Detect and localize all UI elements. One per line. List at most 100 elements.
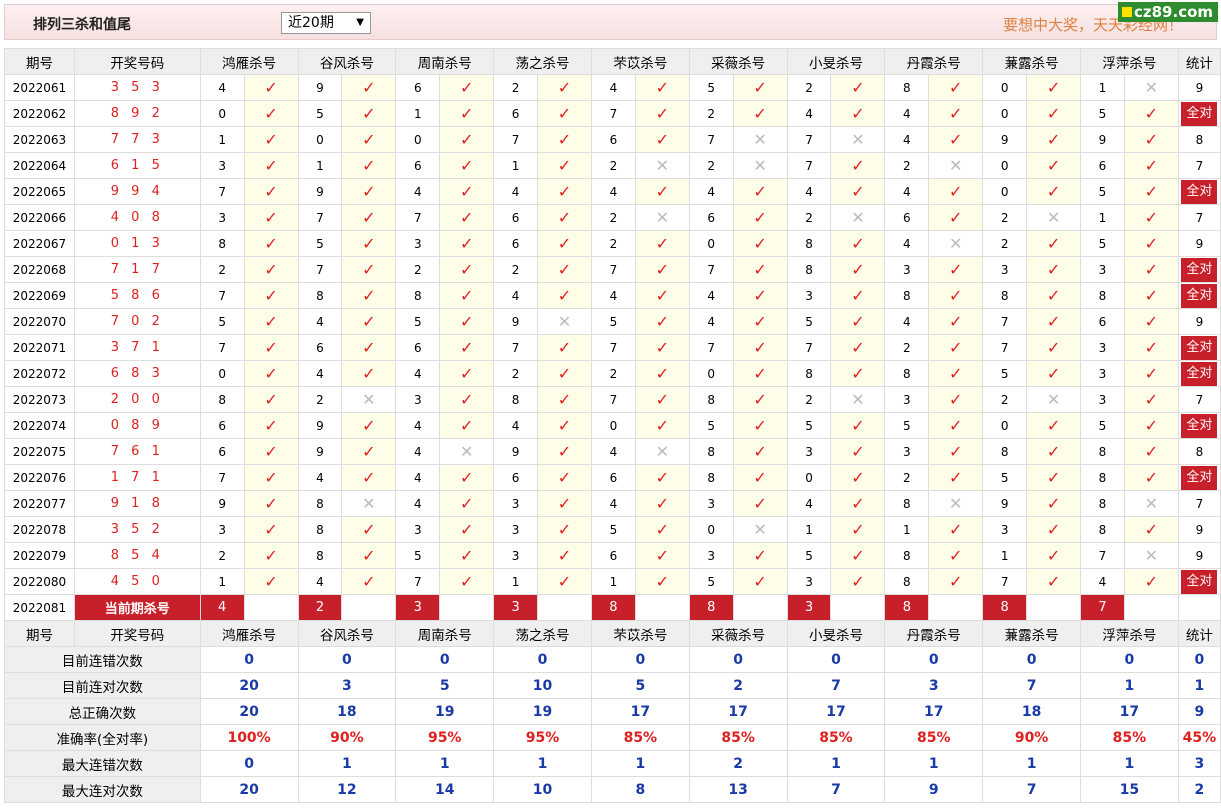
check-icon: ✓	[655, 416, 669, 435]
col-header-expert[interactable]: 芣苡杀号	[590, 48, 690, 75]
result-cell: ✓	[732, 230, 788, 257]
result-cell: ✓	[928, 126, 984, 153]
result-cell: ✓	[1123, 204, 1179, 231]
col-header-expert[interactable]: 鸿雁杀号	[199, 48, 299, 75]
check-icon: ✓	[949, 364, 963, 383]
check-icon: ✓	[459, 494, 474, 513]
result-cell: ✓	[732, 100, 788, 127]
col-header-expert[interactable]: 谷风杀号	[297, 620, 397, 647]
result-cell: ✕	[1026, 386, 1081, 413]
result-cell: ✓	[439, 74, 495, 101]
result-cell: ✓	[243, 386, 299, 413]
draw-numbers-cell: 7 1 7	[73, 256, 201, 283]
result-cell: ✓	[732, 490, 788, 517]
check-icon: ✓	[655, 312, 669, 331]
cross-icon: ✕	[655, 156, 669, 175]
summary-value: 8	[590, 776, 690, 803]
kill-number-cell: 4	[395, 490, 441, 517]
kill-number-cell: 8	[884, 74, 930, 101]
check-icon: ✓	[655, 364, 669, 383]
result-cell: ✓	[537, 542, 592, 569]
kill-number-cell: 3	[884, 386, 930, 413]
result-cell: ✓	[732, 542, 788, 569]
result-cell: ✓	[732, 334, 788, 361]
check-icon: ✓	[264, 208, 278, 227]
stat-value: 8	[1195, 132, 1204, 147]
result-cell: ✓	[830, 256, 886, 283]
check-icon: ✓	[1046, 494, 1061, 513]
col-header-expert[interactable]: 芣苡杀号	[590, 620, 690, 647]
col-header-expert[interactable]: 小旻杀号	[786, 48, 886, 75]
stat-cell: 9	[1177, 230, 1221, 257]
result-cell: ✓	[1026, 568, 1081, 595]
table-row: 2022076 1 7 1 7 ✓ 4 ✓ 4 ✓ 6 ✓ 6 ✓ 8 ✓ 0 ✓ 2 ✓ 5 ✓ 8 ✓ 全对	[4, 464, 1221, 491]
check-icon: ✓	[655, 520, 669, 539]
cross-icon: ✕	[949, 234, 963, 253]
check-icon: ✓	[753, 416, 767, 435]
col-header-expert[interactable]: 小旻杀号	[786, 620, 886, 647]
result-cell: ✓	[243, 464, 299, 491]
col-header-expert[interactable]: 浮萍杀号	[1080, 48, 1179, 75]
check-icon: ✓	[655, 286, 669, 305]
check-icon: ✓	[655, 546, 669, 565]
summary-value: 14	[395, 776, 495, 803]
col-header-expert[interactable]: 浮萍杀号	[1080, 620, 1179, 647]
result-cell: ✓	[1123, 178, 1179, 205]
summary-value: 5	[590, 672, 690, 699]
kill-number-cell: 4	[786, 100, 832, 127]
result-cell: ✓	[732, 74, 788, 101]
check-icon: ✓	[459, 546, 474, 565]
check-icon: ✓	[557, 78, 572, 97]
col-header-expert[interactable]: 蒹露杀号	[982, 620, 1081, 647]
stat-value: 7	[1195, 392, 1204, 407]
result-cell: ✓	[928, 204, 984, 231]
result-cell: ✓	[537, 126, 592, 153]
issue-cell: 2022065	[4, 178, 75, 205]
col-header-expert[interactable]: 采薇杀号	[688, 620, 788, 647]
issue-cell: 2022079	[4, 542, 75, 569]
period-select[interactable]: 近20期 ▼	[281, 12, 371, 34]
table-row: 2022074 0 8 9 6 ✓ 9 ✓ 4 ✓ 4 ✓ 0 ✓ 5 ✓ 5 ✓ 5 ✓ 0 ✓ 5 ✓ 全对	[4, 412, 1221, 439]
check-icon: ✓	[1144, 390, 1159, 409]
result-cell: ✓	[341, 568, 397, 595]
result-cell: ✓	[928, 464, 984, 491]
col-header-expert[interactable]: 荡之杀号	[493, 620, 592, 647]
check-icon: ✓	[557, 390, 572, 409]
issue-cell: 2022063	[4, 126, 75, 153]
issue-cell: 2022069	[4, 282, 75, 309]
result-cell: ✕	[830, 386, 886, 413]
col-header-expert[interactable]: 蒹露杀号	[982, 48, 1081, 75]
col-header-expert[interactable]: 周南杀号	[395, 48, 495, 75]
result-cell: ✓	[439, 282, 495, 309]
summary-value: 19	[395, 698, 495, 725]
check-icon: ✓	[1144, 468, 1159, 487]
kill-number-cell: 3	[688, 542, 734, 569]
issue-cell: 2022070	[4, 308, 75, 335]
col-header-expert[interactable]: 采薇杀号	[688, 48, 788, 75]
kill-number-cell: 8	[199, 386, 245, 413]
summary-value: 17	[884, 698, 984, 725]
kill-number-cell: 7	[395, 568, 441, 595]
result-cell: ✓	[1026, 126, 1081, 153]
result-cell: ✓	[537, 386, 592, 413]
col-header-expert[interactable]: 丹霞杀号	[884, 620, 984, 647]
check-icon: ✓	[851, 260, 865, 279]
col-header-expert[interactable]: 谷风杀号	[297, 48, 397, 75]
summary-value: 1	[786, 750, 886, 777]
current-empty-cell	[537, 594, 592, 621]
col-header-expert[interactable]: 周南杀号	[395, 620, 495, 647]
stat-cell: 全对	[1177, 178, 1221, 205]
summary-value: 0	[395, 646, 495, 673]
col-header-expert[interactable]: 鸿雁杀号	[199, 620, 299, 647]
kill-number-cell: 8	[1080, 516, 1125, 543]
result-cell: ✓	[732, 308, 788, 335]
kill-number-cell: 2	[982, 204, 1028, 231]
summary-value: 15	[1080, 776, 1179, 803]
col-header-expert[interactable]: 丹霞杀号	[884, 48, 984, 75]
site-logo[interactable]: cz89.com	[1118, 2, 1218, 22]
check-icon: ✓	[655, 468, 669, 487]
result-cell: ✓	[1026, 412, 1081, 439]
result-cell: ✓	[439, 126, 495, 153]
col-header-expert[interactable]: 荡之杀号	[493, 48, 592, 75]
result-cell: ✓	[634, 282, 690, 309]
